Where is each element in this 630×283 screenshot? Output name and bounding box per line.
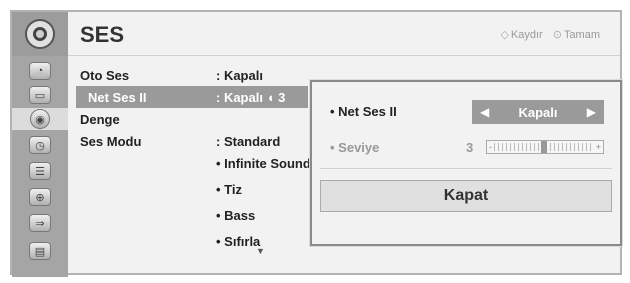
sidebar-item-time[interactable]: ◷ xyxy=(25,134,55,156)
media-icon: ▤ xyxy=(29,242,51,260)
net-ses-level: 3 xyxy=(278,89,286,105)
menu-item-bass[interactable]: • Bass xyxy=(216,208,255,223)
minus-icon: - xyxy=(489,142,492,152)
menu-item-tiz[interactable]: • Tiz xyxy=(216,182,242,197)
menu-item-value: : Standard xyxy=(216,133,281,149)
popup-level-value: 3 xyxy=(466,140,474,155)
plus-icon: + xyxy=(595,142,601,152)
arrow-left-icon[interactable]: ◀ xyxy=(480,105,489,119)
category-icon-box xyxy=(12,12,68,56)
ok-button-icon: ⊙ xyxy=(552,29,562,41)
scroll-down-icon[interactable]: ▼ xyxy=(256,246,265,256)
menu-item-value: : Kapalı xyxy=(216,67,263,83)
menu-item-sifirla[interactable]: • Sıfırla xyxy=(216,234,260,249)
slider-track xyxy=(494,141,594,153)
popup-level-label: • Seviye xyxy=(330,140,380,155)
move-hint-label: Kaydır xyxy=(510,29,543,41)
ok-hint: ⊙ Tamam xyxy=(553,28,600,41)
dpad-icon: ◇ xyxy=(500,29,509,41)
speaker-level-icon: ◖ xyxy=(266,89,275,105)
sidebar-item-screen[interactable]: ▭ xyxy=(25,84,55,106)
menu-item-label: Oto Ses xyxy=(80,67,130,83)
menu-item-denge[interactable]: Denge xyxy=(80,108,320,130)
menu-item-label: Denge xyxy=(80,111,120,127)
ok-hint-label: Tamam xyxy=(563,29,600,41)
close-button[interactable]: Kapat xyxy=(320,180,612,212)
category-sidebar: ◔ ▭ ◉ ◷ ☰ ⊕ ⇒ ▤ xyxy=(12,56,68,277)
net-ses-popup: • Net Ses II ◀ Kapalı ▶ • Seviye 3 - + K… xyxy=(310,80,622,246)
menu-item-net-ses-ii[interactable]: Net Ses II : Kapalı ◖ 3 xyxy=(76,86,308,108)
sidebar-item-input[interactable]: ⇒ xyxy=(25,212,55,234)
menu-item-ses-modu[interactable]: Ses Modu : Standard xyxy=(80,130,320,152)
sidebar-item-lock[interactable]: ⊕ xyxy=(25,186,55,208)
menu-item-infinite-sound[interactable]: • Infinite Sound xyxy=(216,156,311,171)
sidebar-item-media[interactable]: ▤ xyxy=(25,240,55,262)
screen-icon: ▭ xyxy=(29,86,51,104)
option-icon: ☰ xyxy=(29,162,51,180)
input-icon: ⇒ xyxy=(29,214,51,232)
level-slider[interactable]: - + xyxy=(486,140,604,154)
sidebar-item-picture[interactable]: ◔ xyxy=(25,60,55,82)
menu-item-value: : Kapalı ◖ 3 xyxy=(216,90,285,105)
net-ses-selector[interactable]: ◀ Kapalı ▶ xyxy=(472,100,604,124)
time-icon: ◷ xyxy=(29,136,51,154)
sound-menu-window: SES ◇ Kaydır ⊙ Tamam ◔ ▭ ◉ ◷ ☰ ⊕ ⇒ ▤ Oto S… xyxy=(10,10,622,277)
net-ses-selector-value: Kapalı xyxy=(518,104,558,120)
sidebar-item-option[interactable]: ☰ xyxy=(25,160,55,182)
popup-option-label: • Net Ses II xyxy=(330,104,397,119)
picture-icon: ◔ xyxy=(29,62,51,80)
lock-icon: ⊕ xyxy=(29,188,51,206)
menu-header: SES ◇ Kaydır ⊙ Tamam xyxy=(12,12,620,56)
sound-icon: ◉ xyxy=(30,109,50,129)
menu-item-label: Ses Modu xyxy=(80,133,142,149)
slider-thumb[interactable] xyxy=(540,141,547,153)
menu-item-label: Net Ses II xyxy=(88,89,147,105)
navigation-hints: ◇ Kaydır ⊙ Tamam xyxy=(500,28,600,41)
sidebar-item-sound[interactable]: ◉ xyxy=(12,108,68,130)
menu-item-oto-ses[interactable]: Oto Ses : Kapalı xyxy=(80,64,320,86)
popup-divider xyxy=(320,168,612,169)
sound-icon xyxy=(25,19,55,49)
arrow-right-icon[interactable]: ▶ xyxy=(587,105,596,119)
move-hint: ◇ Kaydır xyxy=(500,28,542,41)
net-ses-value: : Kapalı xyxy=(216,89,263,105)
page-title: SES xyxy=(80,22,125,47)
